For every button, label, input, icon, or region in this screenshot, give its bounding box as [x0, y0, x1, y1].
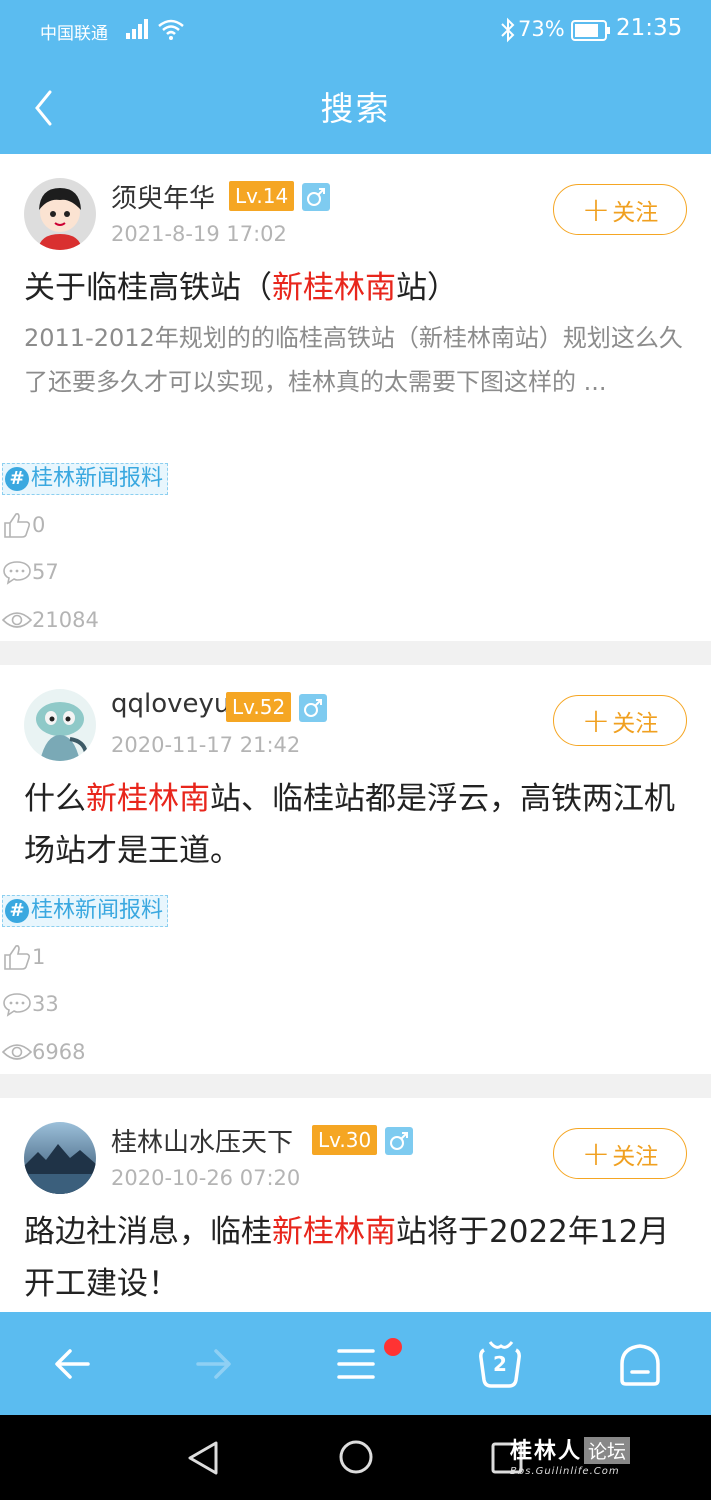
view-count: 21084: [32, 608, 99, 632]
app-header: 搜索: [0, 60, 711, 154]
post-title[interactable]: 什么新桂林南站、临桂站都是浮云，高铁两江机场站才是王道。: [24, 773, 689, 877]
status-bar: 中国联通 73% 21:35: [0, 0, 711, 60]
post-title-text: 路边社消息，临桂: [24, 1214, 272, 1250]
follow-label: 关注: [612, 1143, 659, 1170]
post-card[interactable]: 须臾年华 Lv.14 2021-8-19 17:02 + 关注 关于临桂高铁站（…: [0, 154, 711, 641]
back-arrow-icon[interactable]: [50, 1342, 94, 1386]
watermark-url: Bbs.Guilinlife.Com: [510, 1466, 620, 1477]
tabs-button[interactable]: 2: [476, 1336, 526, 1390]
post-title-text: 站）: [396, 270, 458, 306]
post-title-text: 关于临桂高铁站（: [24, 270, 272, 306]
follow-label: 关注: [612, 199, 659, 226]
hash-icon: #: [5, 899, 29, 923]
forum-watermark: 桂林人 论坛 Bbs.Guilinlife.Com: [510, 1433, 631, 1477]
post-time: 2021-8-19 17:02: [111, 222, 287, 246]
nav-home-icon[interactable]: [338, 1439, 374, 1475]
clock: 21:35: [616, 15, 683, 41]
comment-count: 57: [32, 560, 59, 584]
search-keyword-highlight: 新桂林南: [272, 1214, 396, 1250]
plus-icon: +: [581, 700, 611, 741]
like-stat[interactable]: 0: [2, 510, 45, 540]
topic-tag-label: 桂林新闻报料: [31, 898, 164, 923]
post-card[interactable]: 桂林山水压天下 Lv.30 2020-10-26 07:20 + 关注 路边社消…: [0, 1098, 711, 1312]
topic-tag-label: 桂林新闻报料: [31, 466, 164, 491]
author-name[interactable]: 桂林山水压天下: [111, 1122, 293, 1159]
forward-arrow-icon[interactable]: [192, 1342, 236, 1386]
topic-tag[interactable]: # 桂林新闻报料: [2, 895, 169, 927]
level-badge: Lv.52: [226, 692, 292, 722]
comment-stat[interactable]: 57: [2, 557, 59, 587]
hash-icon: #: [5, 467, 29, 491]
post-card[interactable]: qqloveyu Lv.52 2020-11-17 21:42 + 关注 什么新…: [0, 665, 711, 1074]
comment-icon: [3, 993, 31, 1017]
post-title-text: 什么: [24, 781, 86, 817]
search-keyword-highlight: 新桂林南: [86, 781, 210, 817]
watermark-box: 论坛: [584, 1437, 631, 1464]
comment-stat[interactable]: 33: [2, 989, 59, 1019]
plus-icon: +: [581, 1133, 611, 1174]
level-badge: Lv.30: [312, 1125, 378, 1155]
search-results-list: 须臾年华 Lv.14 2021-8-19 17:02 + 关注 关于临桂高铁站（…: [0, 154, 711, 1312]
male-gender-icon: [299, 694, 327, 722]
avatar[interactable]: [24, 178, 96, 250]
view-count: 6968: [32, 1040, 86, 1064]
battery-percent: 73%: [518, 17, 565, 41]
level-badge: Lv.14: [229, 181, 295, 211]
male-gender-icon: [302, 183, 330, 211]
thumbs-up-icon: [4, 513, 31, 538]
follow-label: 关注: [612, 710, 659, 737]
topic-tag[interactable]: # 桂林新闻报料: [2, 463, 169, 495]
thumbs-up-icon: [4, 945, 31, 970]
avatar[interactable]: [24, 689, 96, 761]
comment-icon: [3, 561, 31, 585]
system-navigation-bar: 桂林人 论坛 Bbs.Guilinlife.Com: [0, 1415, 711, 1500]
view-stat: 6968: [2, 1037, 85, 1067]
menu-icon[interactable]: [334, 1342, 378, 1386]
home-icon[interactable]: [618, 1342, 662, 1386]
page-title: 搜索: [320, 89, 391, 128]
post-title[interactable]: 关于临桂高铁站（新桂林南站）: [24, 262, 689, 314]
divider: [0, 641, 711, 665]
post-excerpt[interactable]: 2011-2012年规划的的临桂高铁站（新桂林南站）规划这么久了还要多久才可以实…: [24, 316, 689, 404]
follow-button[interactable]: + 关注: [553, 184, 687, 235]
plus-icon: +: [581, 189, 611, 230]
follow-button[interactable]: + 关注: [553, 1128, 687, 1179]
post-time: 2020-11-17 21:42: [111, 733, 301, 757]
avatar[interactable]: [24, 1122, 96, 1194]
search-keyword-highlight: 新桂林南: [272, 270, 396, 306]
like-count: 0: [32, 513, 46, 537]
like-count: 1: [32, 945, 46, 969]
notification-dot: [384, 1338, 402, 1356]
male-gender-icon: [385, 1127, 413, 1155]
bluetooth-icon: [501, 17, 515, 43]
post-title[interactable]: 路边社消息，临桂新桂林南站将于2022年12月开工建设！: [24, 1206, 689, 1310]
tabs-count: 2: [493, 1352, 507, 1376]
eye-icon: [2, 1044, 32, 1060]
carrier-label: 中国联通: [40, 24, 108, 44]
signal-icon: [126, 19, 148, 39]
battery-icon: [571, 20, 610, 41]
post-time: 2020-10-26 07:20: [111, 1166, 301, 1190]
follow-button[interactable]: + 关注: [553, 695, 687, 746]
author-name[interactable]: qqloveyu: [111, 689, 230, 719]
watermark-main: 桂林人: [510, 1439, 583, 1464]
author-name[interactable]: 须臾年华: [111, 178, 215, 215]
comment-count: 33: [32, 992, 59, 1016]
eye-icon: [2, 612, 32, 628]
browser-toolbar: 2: [0, 1312, 711, 1415]
divider: [0, 1074, 711, 1098]
wifi-icon: [158, 19, 184, 40]
like-stat[interactable]: 1: [2, 942, 45, 972]
view-stat: 21084: [2, 605, 99, 635]
nav-back-icon[interactable]: [186, 1439, 220, 1477]
